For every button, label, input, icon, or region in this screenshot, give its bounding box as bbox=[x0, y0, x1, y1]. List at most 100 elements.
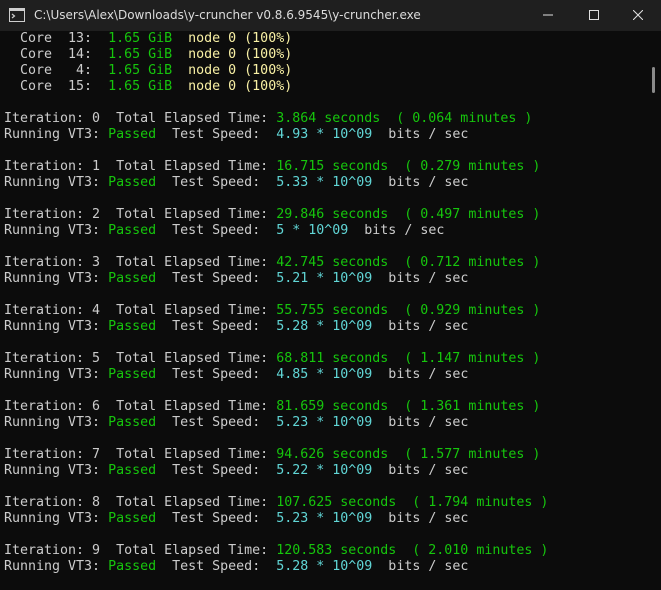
console-line: Core 13: 1.65 GiB node 0 (100%) bbox=[4, 31, 292, 47]
console-text-segment: Test Speed: bbox=[156, 127, 277, 142]
window-title: C:\Users\Alex\Downloads\y-cruncher v0.8.… bbox=[34, 8, 421, 22]
console-line: Running VT3: Passed Test Speed: 5.23 * 1… bbox=[4, 415, 468, 431]
console-text-segment: Passed bbox=[108, 127, 157, 142]
console-text-segment: Passed bbox=[108, 271, 157, 286]
console-text-segment: Iteration: 4 Total Elapsed Time: bbox=[4, 303, 277, 318]
console-text-segment: node 0 (100%) bbox=[172, 63, 293, 78]
console-text-segment: Iteration: 9 Total Elapsed Time: bbox=[4, 543, 277, 558]
console-line: Core 14: 1.65 GiB node 0 (100%) bbox=[4, 47, 292, 63]
console-text-segment: node 0 (100%) bbox=[172, 47, 293, 62]
console-line: Iteration: 3 Total Elapsed Time: 42.745 … bbox=[4, 255, 540, 271]
console-text-segment: Core 4: bbox=[4, 63, 109, 78]
console-line: Iteration: 8 Total Elapsed Time: 107.625… bbox=[4, 495, 548, 511]
console-text-segment: Iteration: 1 Total Elapsed Time: bbox=[4, 159, 277, 174]
console-text-segment: bits / sec bbox=[372, 511, 469, 526]
console-text-segment: Passed bbox=[108, 367, 157, 382]
minimize-button[interactable] bbox=[525, 0, 571, 31]
minimize-icon bbox=[543, 9, 553, 23]
console-text-segment: 1.65 GiB bbox=[108, 47, 173, 62]
console-text-segment: Running VT3: bbox=[4, 415, 109, 430]
console-text-segment: 81.659 seconds ( 1.361 minutes ) bbox=[276, 399, 541, 414]
console-text-segment: 5.21 * 10^09 bbox=[276, 271, 373, 286]
vertical-scrollbar[interactable] bbox=[647, 31, 661, 590]
console-text-segment: Passed bbox=[108, 559, 157, 574]
console-text-segment: 29.846 seconds ( 0.497 minutes ) bbox=[276, 207, 541, 222]
console-app-icon[interactable] bbox=[9, 8, 25, 22]
console-text-segment: Passed bbox=[108, 511, 157, 526]
console-line: Core 15: 1.65 GiB node 0 (100%) bbox=[4, 79, 292, 95]
console-text-segment: Iteration: 2 Total Elapsed Time: bbox=[4, 207, 277, 222]
console-text-segment: bits / sec bbox=[372, 415, 469, 430]
console-text-segment: Test Speed: bbox=[156, 463, 277, 478]
console-text-segment: Core 15: bbox=[4, 79, 109, 94]
console-text-segment: Iteration: 3 Total Elapsed Time: bbox=[4, 255, 277, 270]
console-text-segment: 94.626 seconds ( 1.577 minutes ) bbox=[276, 447, 541, 462]
console-text-segment: bits / sec bbox=[372, 367, 469, 382]
console-output[interactable]: Core 13: 1.65 GiB node 0 (100%) Core 14:… bbox=[0, 31, 647, 590]
console-line: Running VT3: Passed Test Speed: 5.33 * 1… bbox=[4, 175, 468, 191]
console-text-segment: bits / sec bbox=[372, 175, 469, 190]
console-line: Iteration: 7 Total Elapsed Time: 94.626 … bbox=[4, 447, 540, 463]
console-text-segment: Core 14: bbox=[4, 47, 109, 62]
title-bar[interactable]: C:\Users\Alex\Downloads\y-cruncher v0.8.… bbox=[0, 0, 661, 31]
console-text-segment: bits / sec bbox=[372, 319, 469, 334]
console-text-segment: bits / sec bbox=[372, 559, 469, 574]
console-text-segment: node 0 (100%) bbox=[172, 31, 293, 46]
console-text-segment: bits / sec bbox=[372, 127, 469, 142]
console-text-segment: 5.33 * 10^09 bbox=[276, 175, 373, 190]
console-text-segment: Test Speed: bbox=[156, 175, 277, 190]
console-text-segment: Running VT3: bbox=[4, 367, 109, 382]
console-text-segment: Test Speed: bbox=[156, 415, 277, 430]
console-text-segment: Test Speed: bbox=[156, 559, 277, 574]
console-text-segment: Running VT3: bbox=[4, 463, 109, 478]
console-text-segment: Test Speed: bbox=[156, 223, 277, 238]
console-text-segment: 107.625 seconds ( 1.794 minutes ) bbox=[276, 495, 549, 510]
console-line: Running VT3: Passed Test Speed: 4.85 * 1… bbox=[4, 367, 468, 383]
close-icon bbox=[632, 9, 644, 23]
console-text-segment: Core 13: bbox=[4, 31, 109, 46]
console-text-segment: Iteration: 5 Total Elapsed Time: bbox=[4, 351, 277, 366]
console-text-segment: 5.28 * 10^09 bbox=[276, 319, 373, 334]
console-text-segment: Passed bbox=[108, 175, 157, 190]
console-text-segment: 3.864 seconds ( 0.064 minutes ) bbox=[276, 111, 533, 126]
console-line: Running VT3: Passed Test Speed: 5.22 * 1… bbox=[4, 463, 468, 479]
console-text-segment: 16.715 seconds ( 0.279 minutes ) bbox=[276, 159, 541, 174]
console-line: Iteration: 9 Total Elapsed Time: 120.583… bbox=[4, 543, 548, 559]
console-line: Running VT3: Passed Test Speed: 4.93 * 1… bbox=[4, 127, 468, 143]
console-text-segment: Running VT3: bbox=[4, 271, 109, 286]
console-line: Running VT3: Passed Test Speed: 5 * 10^0… bbox=[4, 223, 444, 239]
console-line: Core 4: 1.65 GiB node 0 (100%) bbox=[4, 63, 292, 79]
console-line: Running VT3: Passed Test Speed: 5.21 * 1… bbox=[4, 271, 468, 287]
scrollbar-thumb[interactable] bbox=[652, 67, 655, 93]
console-text-segment: 5.22 * 10^09 bbox=[276, 463, 373, 478]
console-text-segment: node 0 (100%) bbox=[172, 79, 293, 94]
console-text-segment: 68.811 seconds ( 1.147 minutes ) bbox=[276, 351, 541, 366]
maximize-icon bbox=[589, 9, 599, 23]
console-text-segment: bits / sec bbox=[348, 223, 445, 238]
console-text-segment: 1.65 GiB bbox=[108, 63, 173, 78]
console-line: Running VT3: Passed Test Speed: 5.28 * 1… bbox=[4, 319, 468, 335]
console-text-segment: Running VT3: bbox=[4, 559, 109, 574]
console-text-segment: Passed bbox=[108, 463, 157, 478]
console-text-segment: Iteration: 0 Total Elapsed Time: bbox=[4, 111, 277, 126]
console-text-segment: Passed bbox=[108, 319, 157, 334]
console-text-segment: 55.755 seconds ( 0.929 minutes ) bbox=[276, 303, 541, 318]
console-text-segment: Running VT3: bbox=[4, 223, 109, 238]
console-text-segment: 4.85 * 10^09 bbox=[276, 367, 373, 382]
console-line: Running VT3: Passed Test Speed: 5.28 * 1… bbox=[4, 559, 468, 575]
console-text-segment: Test Speed: bbox=[156, 319, 277, 334]
console-text-segment: bits / sec bbox=[372, 271, 469, 286]
console-line: Running VT3: Passed Test Speed: 5.23 * 1… bbox=[4, 511, 468, 527]
console-text-segment: Passed bbox=[108, 223, 157, 238]
console-line: Iteration: 4 Total Elapsed Time: 55.755 … bbox=[4, 303, 540, 319]
console-text-segment: Test Speed: bbox=[156, 511, 277, 526]
console-text-segment: Test Speed: bbox=[156, 271, 277, 286]
console-text-segment: 5 * 10^09 bbox=[276, 223, 349, 238]
console-text-segment: 1.65 GiB bbox=[108, 31, 173, 46]
console-text-segment: Running VT3: bbox=[4, 127, 109, 142]
maximize-button[interactable] bbox=[571, 0, 617, 31]
console-text-segment: Running VT3: bbox=[4, 175, 109, 190]
close-button[interactable] bbox=[615, 0, 661, 31]
console-line: Iteration: 6 Total Elapsed Time: 81.659 … bbox=[4, 399, 540, 415]
console-text-segment: Iteration: 6 Total Elapsed Time: bbox=[4, 399, 277, 414]
